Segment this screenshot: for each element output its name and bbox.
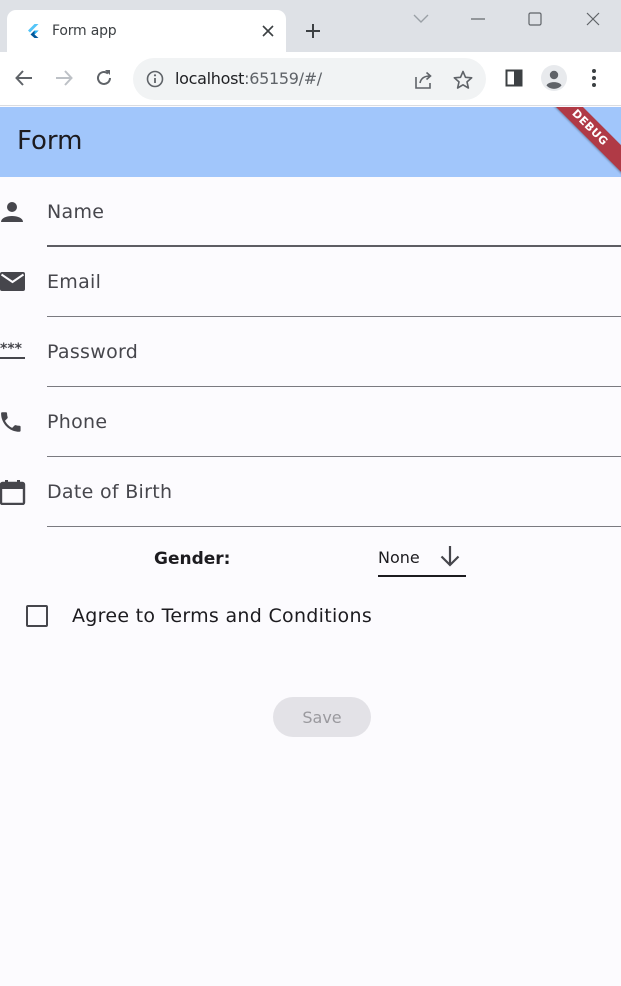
- tab-title: Form app: [52, 23, 117, 39]
- reload-icon[interactable]: [91, 65, 117, 91]
- date-of-birth-field: [0, 457, 621, 527]
- address-bar[interactable]: localhost:65159/#/: [133, 58, 486, 100]
- password-icon: ***: [0, 339, 26, 365]
- person-icon: [0, 199, 26, 225]
- minimize-icon[interactable]: [465, 6, 491, 32]
- gender-selected-value: None: [378, 548, 420, 567]
- field-underline: [47, 526, 621, 527]
- email-input[interactable]: [47, 247, 621, 317]
- url-path: :65159/#/: [244, 69, 322, 88]
- gender-label: Gender:: [154, 549, 231, 569]
- app-bar: Form DEBUG: [0, 107, 621, 177]
- page-title: Form: [17, 126, 83, 156]
- url-host: localhost: [175, 69, 245, 88]
- terms-checkbox[interactable]: [26, 605, 48, 627]
- name-field: [0, 177, 621, 247]
- password-input[interactable]: [47, 317, 621, 387]
- browser-toolbar: localhost:65159/#/: [0, 52, 621, 106]
- debug-banner: DEBUG: [537, 107, 621, 177]
- terms-label[interactable]: Agree to Terms and Conditions: [72, 605, 372, 627]
- flutter-favicon-icon: [25, 23, 41, 39]
- profile-icon[interactable]: [541, 65, 567, 91]
- arrow-down-icon: [438, 544, 462, 568]
- mail-icon: [0, 269, 26, 295]
- browser-tab[interactable]: Form app: [7, 10, 286, 52]
- save-button[interactable]: Save: [273, 697, 371, 737]
- phone-icon: [0, 409, 26, 435]
- forward-arrow-icon[interactable]: [51, 65, 77, 91]
- star-icon[interactable]: [452, 69, 474, 91]
- side-panel-icon[interactable]: [501, 65, 527, 91]
- url-text[interactable]: localhost:65159/#/: [175, 69, 322, 88]
- tab-strip: Form app: [0, 0, 621, 52]
- info-icon[interactable]: [146, 70, 164, 88]
- share-icon[interactable]: [413, 69, 435, 91]
- email-field: [0, 247, 621, 317]
- chevron-down-icon[interactable]: [408, 6, 434, 32]
- back-arrow-icon[interactable]: [11, 65, 37, 91]
- plus-icon[interactable]: [301, 19, 325, 43]
- name-input[interactable]: [47, 177, 621, 247]
- phone-field: [0, 387, 621, 457]
- date-of-birth-input[interactable]: [47, 457, 621, 527]
- close-window-icon[interactable]: [580, 6, 606, 32]
- phone-input[interactable]: [47, 387, 621, 457]
- password-field: ***: [0, 317, 621, 387]
- maximize-icon[interactable]: [522, 6, 548, 32]
- gender-row: Gender: None: [0, 532, 621, 580]
- gender-dropdown[interactable]: None: [378, 542, 466, 577]
- calendar-icon: [0, 479, 26, 505]
- svg-text:***: ***: [0, 341, 23, 357]
- kebab-menu-icon[interactable]: [581, 65, 607, 91]
- close-icon[interactable]: [258, 21, 278, 41]
- terms-row: Agree to Terms and Conditions: [0, 596, 621, 636]
